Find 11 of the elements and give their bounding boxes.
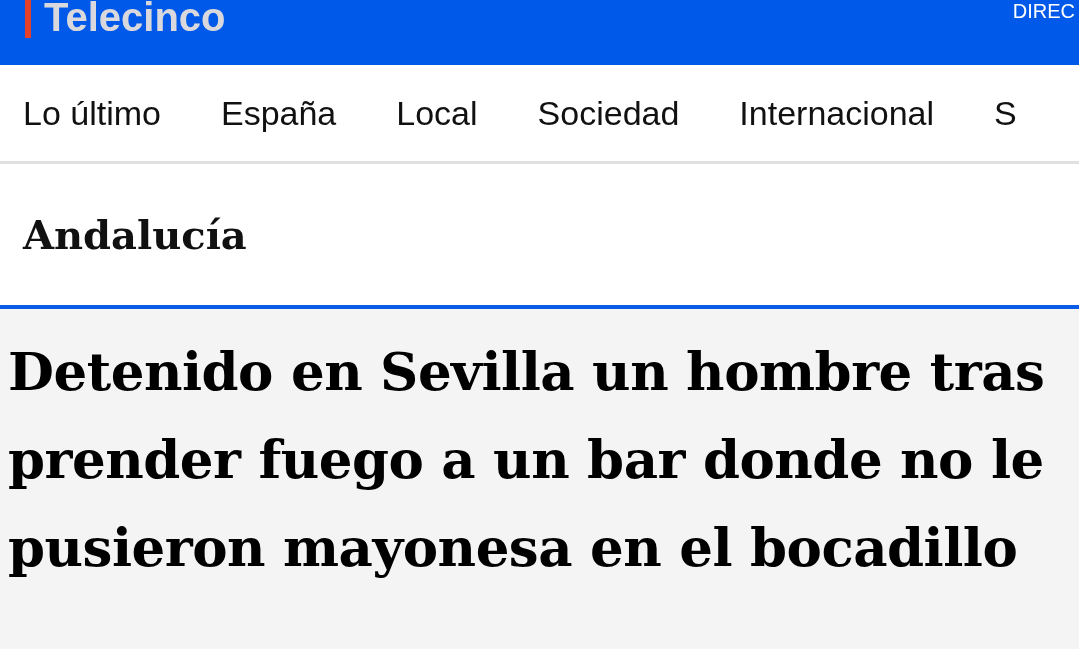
logo-accent-bar	[25, 0, 31, 38]
live-link[interactable]: DIREC	[1012, 0, 1075, 22]
nav-link[interactable]: Sociedad	[537, 93, 680, 133]
nav-link[interactable]: Internacional	[739, 93, 935, 133]
nav-link[interactable]: España	[220, 93, 337, 133]
section-title: Andalucía	[23, 211, 247, 258]
nav-link[interactable]: S	[994, 93, 1017, 133]
nav-link[interactable]: Lo último	[23, 93, 161, 133]
nav-link[interactable]: Local	[396, 93, 478, 133]
article-headline: Detenido en Sevilla un hombre tras prender fuego a un bar donde no le pusieron mayonesa en el bocadillo	[8, 339, 1046, 580]
site-logo[interactable]: Telecinco	[44, 0, 226, 36]
